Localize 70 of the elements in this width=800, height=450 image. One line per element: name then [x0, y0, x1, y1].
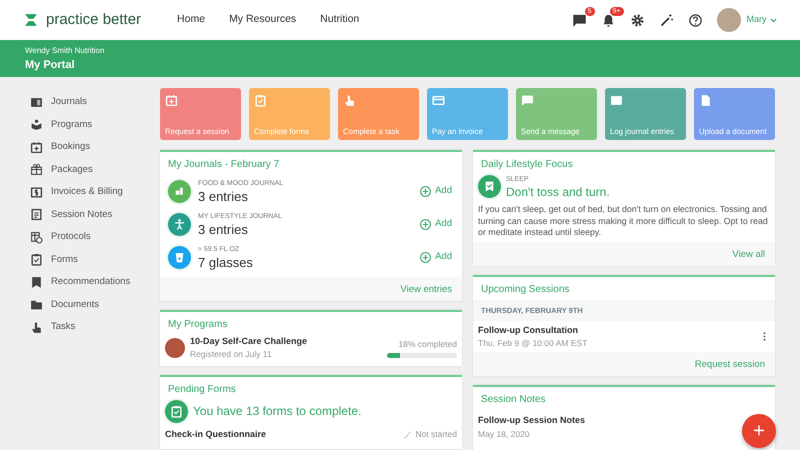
journal-count: 3 entries	[198, 190, 249, 204]
practice-name: Wendy Smith Nutrition	[25, 45, 106, 57]
sidebar-item[interactable]: Invoices & Billing	[30, 181, 160, 204]
form-status: Not started	[415, 428, 457, 441]
sidebar-item[interactable]: Bookings	[30, 136, 160, 158]
journal-count: 7 glasses	[198, 256, 254, 270]
help-icon[interactable]	[688, 12, 702, 28]
session-name[interactable]: Follow-up Consultation	[478, 324, 759, 338]
logo-text: practice better	[46, 10, 142, 30]
card-title: Upcoming Sessions	[480, 282, 570, 297]
plus-circle-icon	[419, 218, 432, 231]
note-date: May 18, 2020	[478, 428, 531, 441]
session-time: Thu, Feb 9 @ 10:00 AM EST	[478, 337, 588, 350]
journal-icon	[30, 96, 43, 109]
journal-count: 3 entries	[198, 222, 249, 237]
dollar-icon	[30, 186, 43, 199]
sidebar-item[interactable]: Packages	[30, 158, 160, 181]
plus-circle-icon	[419, 251, 432, 264]
gift-icon	[30, 163, 43, 176]
status-icon	[402, 430, 413, 440]
nav-link[interactable]: Home	[177, 12, 206, 28]
progress-text: 18% completed	[397, 338, 457, 350]
sidebar-item[interactable]: Tasks	[30, 316, 160, 338]
sidebar-item[interactable]: Documents	[30, 294, 160, 316]
plus-circle-icon	[419, 185, 432, 198]
card-title: Pending Forms	[167, 382, 237, 397]
hand-pointer-icon	[30, 320, 43, 334]
nav-link[interactable]: My Resources	[229, 12, 296, 28]
folder-icon	[30, 298, 43, 312]
clipboard-check-icon	[165, 400, 188, 423]
settings-icon[interactable]	[630, 12, 644, 28]
bookmark-check-icon	[478, 175, 501, 198]
card-title: My Programs	[167, 318, 228, 332]
forms-message: You have 13 forms to complete.	[193, 403, 362, 420]
document-icon	[30, 208, 43, 222]
focus-headline: Don't toss and turn.	[506, 186, 610, 199]
chat-icon	[521, 94, 534, 107]
form-name[interactable]: Check-in Questionnaire	[165, 428, 403, 442]
sidebar-item[interactable]: Recommendations	[30, 271, 160, 294]
logo-icon	[24, 13, 38, 27]
sidebar-item[interactable]: Protocols	[30, 226, 160, 248]
wand-icon[interactable]	[658, 12, 674, 28]
hand-pointer-icon	[343, 94, 356, 107]
calendar-icon	[165, 94, 178, 107]
clipboard-check-icon	[254, 94, 267, 107]
note-title[interactable]: Follow-up Session Notes	[478, 414, 586, 428]
sidebar-item[interactable]: Journals	[30, 91, 160, 114]
calendar-icon	[30, 140, 43, 154]
nav-link[interactable]: Nutrition	[320, 12, 360, 28]
focus-text: If you can't sleep, get out of bed, but don't turn on electronics. Tossing and turning can cause more stress making it more difficult to sleep. Opt to read or meditate instead until sleepy.	[477, 202, 769, 240]
sidebar-item[interactable]: Programs	[30, 114, 160, 136]
clipboard-check-icon	[30, 253, 43, 266]
card-title: Session Notes	[480, 393, 546, 408]
book-person-icon	[30, 118, 43, 132]
program-name[interactable]: 10-Day Self-Care Challenge	[190, 334, 382, 348]
sidebar-item[interactable]: Forms	[30, 248, 160, 271]
journal-icon	[610, 94, 623, 107]
chat-icon[interactable]	[572, 12, 586, 28]
bookmark-icon	[30, 276, 43, 289]
chevron-down-icon[interactable]	[769, 16, 778, 24]
page-title: My Portal	[25, 58, 76, 73]
card-title: My Journals - February 7	[167, 158, 280, 172]
bell-icon[interactable]	[600, 12, 616, 28]
credit-card-icon	[432, 94, 445, 107]
file-icon	[699, 94, 712, 107]
sidebar-item[interactable]: Session Notes	[30, 204, 160, 226]
card-title: Daily Lifestyle Focus	[480, 158, 574, 172]
table-clock-icon	[30, 230, 43, 244]
photo-placeholder	[165, 338, 185, 358]
registered-date: Registered on July 11	[190, 348, 273, 361]
